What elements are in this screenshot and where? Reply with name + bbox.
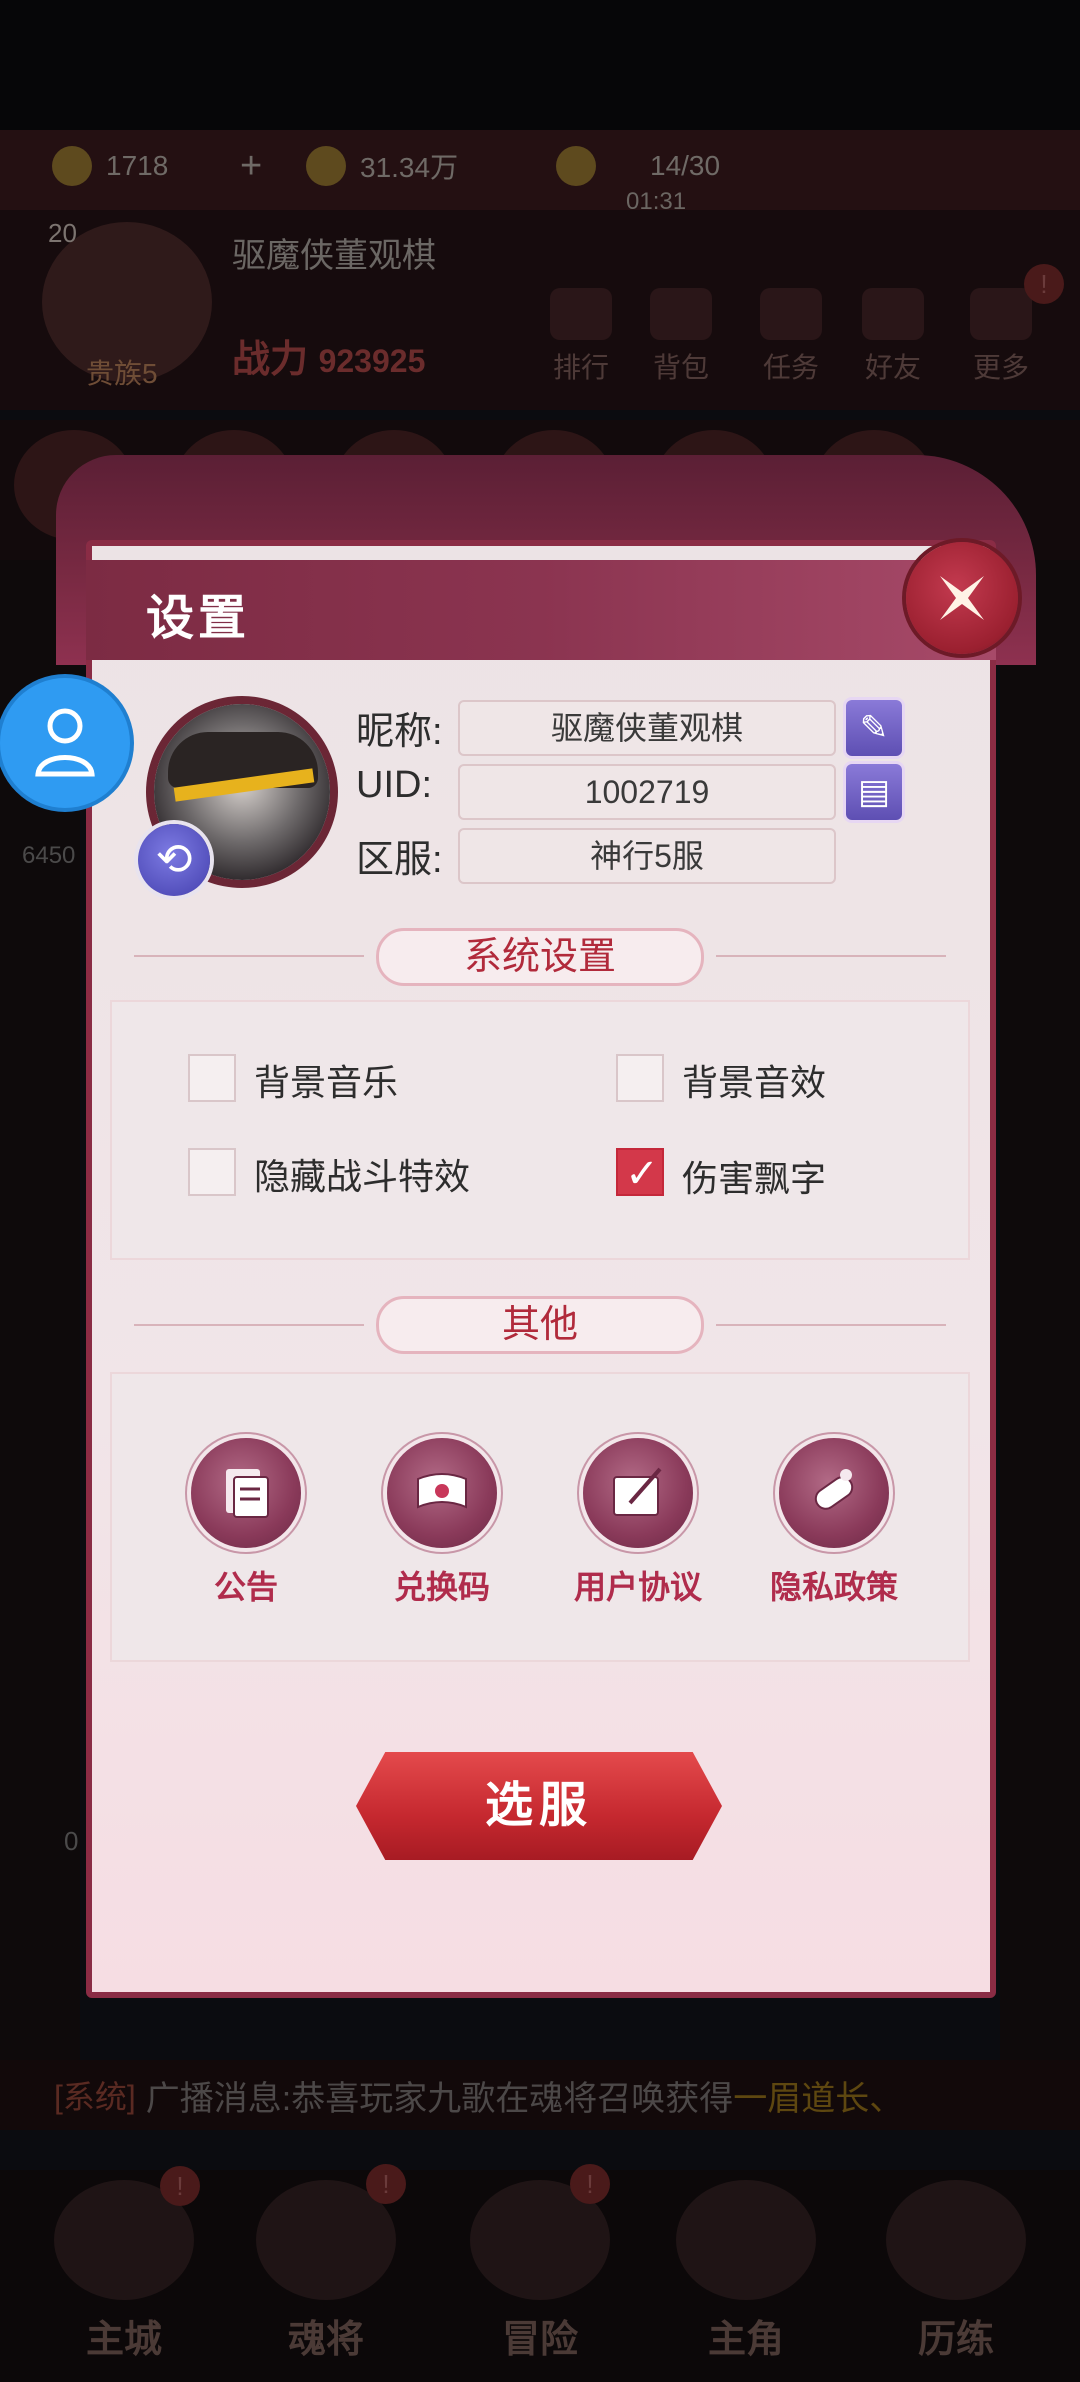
noble-rank: 贵族5 [86, 358, 158, 389]
server-field: 神行5服 [458, 828, 836, 884]
bag-icon [650, 288, 712, 340]
gold-resource: 1718 [52, 140, 168, 192]
edit-nickname-button[interactable]: ✎ [846, 700, 902, 756]
character-icon [676, 2180, 816, 2300]
damage-float-text-checkbox[interactable]: ✓ [616, 1148, 664, 1196]
divider [716, 1324, 946, 1326]
change-avatar-button[interactable]: ⟲ [138, 824, 210, 896]
redeem-code-button[interactable]: 兑换码 [362, 1438, 522, 1608]
right-side-menu [1000, 560, 1080, 2060]
nav-bag: 背包 [636, 288, 726, 383]
tasks-icon [760, 288, 822, 340]
floating-user-button[interactable] [0, 678, 130, 808]
uid-field: 1002719 [458, 764, 836, 820]
stamina-icon [556, 146, 596, 186]
broadcast-bar: [系统] 广播消息:恭喜玩家九歌在魂将召唤获得 一眉道长、 [0, 2060, 1080, 2130]
player-power: 战力 923925 [232, 339, 426, 381]
user-agreement-button[interactable]: 用户协议 [558, 1438, 718, 1608]
more-icon [970, 288, 1032, 340]
announcement-icon [191, 1438, 301, 1548]
broadcast-highlight: 一眉道长、 [733, 2079, 904, 2118]
training-icon [886, 2180, 1026, 2300]
friends-icon [862, 288, 924, 340]
copy-uid-button[interactable]: ▤ [846, 764, 902, 820]
checkmark-icon: ✓ [625, 1152, 659, 1196]
bottom-nav-character: 主角 [646, 2180, 846, 2361]
select-server-label: 选服 [484, 1779, 593, 1832]
nickname-field: 驱魔侠董观棋 [458, 700, 836, 756]
stamina-resource: 14/30 [556, 140, 720, 192]
other-header: 其他 [376, 1296, 704, 1354]
bg-music-label: 背景音乐 [254, 1062, 399, 1103]
redeem-code-icon [387, 1438, 497, 1548]
user-icon [35, 708, 95, 777]
player-level: 20 [48, 218, 77, 248]
server-label: 区服: [356, 839, 443, 881]
divider [134, 955, 364, 957]
close-button[interactable] [906, 542, 1018, 654]
notification-dot: ! [160, 2166, 200, 2206]
bg-sound-checkbox[interactable] [616, 1054, 664, 1102]
player-name: 驱魔侠董观棋 [232, 237, 436, 275]
divider [134, 1324, 364, 1326]
announcement-button[interactable]: 公告 [166, 1438, 326, 1608]
system-settings-box [110, 1000, 970, 1260]
close-icon [940, 576, 984, 620]
user-agreement-icon [583, 1438, 693, 1548]
side-value: 0 [64, 1826, 79, 1856]
settings-title: 设置 [146, 592, 251, 645]
copy-icon: ▤ [857, 773, 891, 811]
divider [716, 955, 946, 957]
bottom-nav-adventure: 冒险 [440, 2180, 640, 2361]
bottom-nav-city: 主城 [24, 2180, 224, 2361]
add-gold-button: + [240, 144, 263, 187]
broadcast-message: 广播消息:恭喜玩家九歌在魂将召唤获得 [145, 2079, 734, 2118]
gold-icon [52, 146, 92, 186]
swap-icon: ⟲ [155, 835, 193, 884]
notification-dot: ! [366, 2164, 406, 2204]
side-value: 6450 [22, 842, 76, 869]
bg-music-checkbox[interactable] [188, 1054, 236, 1102]
pen-icon: ✎ [859, 709, 889, 747]
bottom-nav-training: 历练 [856, 2180, 1056, 2361]
notification-dot: ! [1024, 264, 1064, 304]
hide-battle-effects-label: 隐藏战斗特效 [254, 1156, 471, 1197]
bg-sound-label: 背景音效 [682, 1062, 827, 1103]
coin-resource: 31.34万 [306, 140, 458, 192]
privacy-policy-icon [779, 1438, 889, 1548]
uid-label: UID: [356, 764, 432, 806]
bottom-nav-heroes: 魂将 [226, 2180, 426, 2361]
privacy-policy-button[interactable]: 隐私政策 [754, 1438, 914, 1608]
nickname-label: 昵称: [356, 711, 443, 753]
notification-dot: ! [570, 2164, 610, 2204]
status-area [0, 0, 1080, 130]
ranking-icon [550, 288, 612, 340]
nav-friends: 好友 [848, 288, 938, 383]
hide-battle-effects-checkbox[interactable] [188, 1148, 236, 1196]
nav-more: 更多 [956, 288, 1046, 383]
nav-ranking: 排行 [536, 288, 626, 383]
nav-tasks: 任务 [746, 288, 836, 383]
system-settings-header: 系统设置 [376, 928, 704, 986]
damage-float-text-label: 伤害飘字 [682, 1158, 827, 1199]
broadcast-tag: [系统] [54, 2079, 136, 2115]
coin-icon [306, 146, 346, 186]
